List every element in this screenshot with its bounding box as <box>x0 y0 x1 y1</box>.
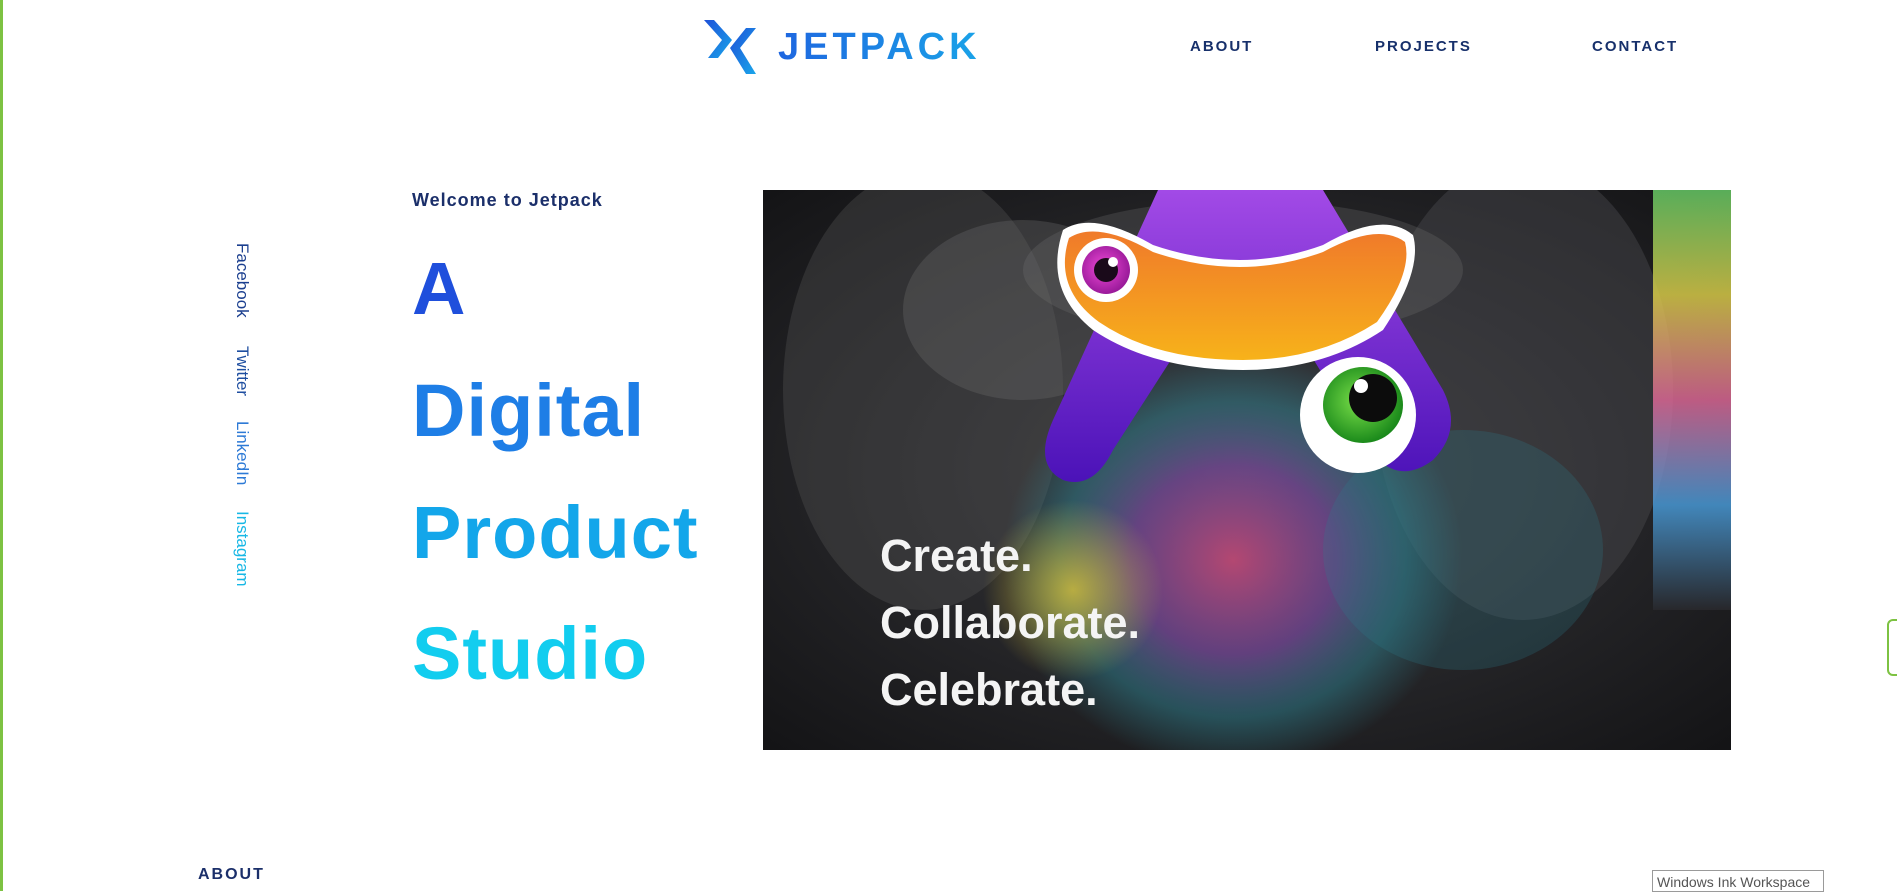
social-facebook-link[interactable]: Facebook <box>232 243 252 318</box>
windows-ink-workspace-button[interactable]: Windows Ink Workspace <box>1652 870 1824 892</box>
hero-line-4: Studio <box>412 612 649 695</box>
nav-contact-link[interactable]: CONTACT <box>1592 38 1678 55</box>
social-twitter-link[interactable]: Twitter <box>232 346 252 396</box>
about-section-heading: ABOUT <box>198 866 265 883</box>
tagline-celebrate: Celebrate. <box>880 664 1098 715</box>
brand-logo-link[interactable]: JETPACK <box>704 18 981 76</box>
window-left-edge <box>0 0 3 891</box>
jetpack-logo-icon <box>704 20 756 74</box>
hero-line-3: Product <box>412 491 699 574</box>
side-widget-tab[interactable] <box>1887 619 1897 676</box>
nav-about-link[interactable]: ABOUT <box>1190 38 1253 55</box>
brand-name: JETPACK <box>778 18 981 76</box>
tagline-collaborate: Collaborate. <box>880 597 1141 648</box>
tagline-create: Create. <box>880 530 1033 581</box>
social-instagram-link[interactable]: Instagram <box>232 511 252 587</box>
nav-projects-link[interactable]: PROJECTS <box>1375 38 1472 55</box>
hero-line-2: Digital <box>412 369 646 452</box>
social-linkedin-link[interactable]: LinkedIn <box>232 421 252 485</box>
hero-line-1: A <box>412 247 467 330</box>
hero-welcome: Welcome to Jetpack <box>412 190 603 210</box>
hero-image: Create. Collaborate. Celebrate. <box>763 190 1731 750</box>
